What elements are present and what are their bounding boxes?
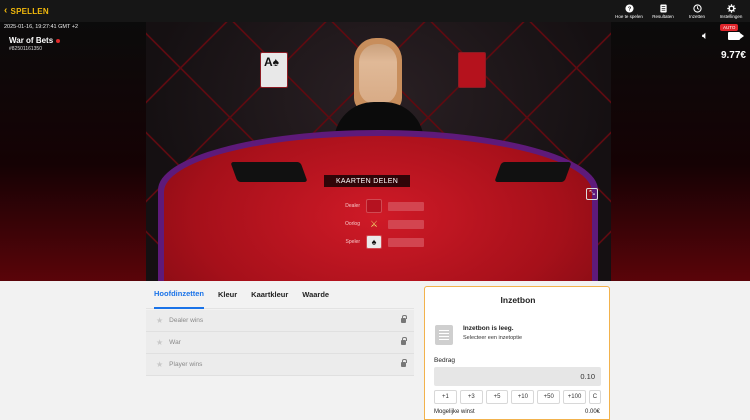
chevron-left-icon: ‹	[4, 5, 8, 16]
stake-plus-100-button[interactable]: +100	[563, 390, 586, 404]
receipt-icon	[435, 325, 453, 345]
star-icon[interactable]: ★	[156, 360, 163, 369]
expand-video-icon[interactable]: ⤡	[586, 188, 598, 200]
bet-tabs: Hoofdinzetten Kleur Kaartkleur Waarde	[146, 281, 414, 309]
card-display-left: A♠	[260, 52, 288, 88]
live-dot-icon	[56, 38, 61, 43]
game-stage: 2025-01-16, 19:27:41 GMT +2 War of Bets …	[0, 22, 750, 281]
star-icon[interactable]: ★	[156, 316, 163, 325]
how-to-play-label: Hoe te spelen	[615, 13, 643, 19]
list-item[interactable]: ★ Player wins	[146, 354, 414, 376]
settings-button[interactable]: Instellingen	[714, 0, 748, 22]
lock-icon	[401, 337, 407, 345]
stake-plus-3-button[interactable]: +3	[459, 390, 483, 404]
war-row-label: Oorlog	[344, 221, 360, 227]
amount-label: Bedrag	[434, 357, 455, 364]
possible-win-value: 0.00€	[584, 409, 600, 415]
player-row: Speler ♠	[336, 235, 424, 249]
stake-plus-10-button[interactable]: +10	[511, 390, 535, 404]
war-bet-slot[interactable]	[388, 219, 424, 229]
results-label: Resultaten	[652, 13, 674, 19]
gear-icon	[726, 3, 736, 13]
lock-icon	[401, 315, 407, 323]
card-shoe-right	[494, 162, 572, 182]
game-status: KAARTEN DELEN	[324, 175, 410, 187]
bets-history-label: Inzetten	[688, 13, 705, 19]
bet-name: Dealer wins	[169, 317, 204, 324]
dealer-face	[359, 44, 397, 104]
bet-list: ★ Dealer wins ★ War ★ Player wins	[146, 310, 414, 376]
game-title-text: War of Bets	[9, 36, 54, 45]
help-icon: ?	[624, 3, 634, 12]
round-id: #82501161350	[9, 46, 42, 52]
card-shoe-left	[230, 162, 308, 182]
results-icon	[659, 3, 667, 13]
possible-win-label: Mogelijke winst	[434, 409, 475, 415]
bets-history-button[interactable]: Inzetten	[680, 0, 714, 22]
bet-name: Player wins	[169, 361, 203, 368]
dealer-row: Dealer	[336, 199, 424, 213]
stake-plus-50-button[interactable]: +50	[537, 390, 561, 404]
speaker-icon[interactable]: 🔈︎	[702, 30, 709, 43]
list-item[interactable]: ★ Dealer wins	[146, 310, 414, 332]
amount-input[interactable]: 0.10	[434, 367, 601, 386]
quick-stake-buttons: +1 +3 +5 +10 +50 +100 C	[434, 390, 601, 404]
stake-plus-1-button[interactable]: +1	[434, 390, 457, 404]
lock-icon	[401, 359, 407, 367]
bet-slip-empty-title: Inzetbon is leeg.	[463, 325, 514, 332]
war-row: Oorlog ⚔	[336, 218, 424, 230]
bet-name: War	[169, 339, 181, 346]
history-icon	[692, 3, 702, 13]
spade-card-icon: A♠	[264, 55, 280, 69]
player-card-icon: ♠	[366, 235, 382, 249]
right-info: AUTO 🔈︎ 9.77€	[700, 22, 750, 82]
auto-badge[interactable]: AUTO	[720, 24, 739, 31]
svg-text:?: ?	[627, 6, 631, 12]
dealer-bet-slot[interactable]	[388, 201, 424, 211]
tab-suit[interactable]: Kaartkleur	[251, 281, 288, 309]
results-button[interactable]: Resultaten	[646, 0, 680, 22]
card-display-right	[458, 52, 486, 88]
betting-panel: Hoofdinzetten Kleur Kaartkleur Waarde ★ …	[0, 281, 750, 420]
stake-plus-5-button[interactable]: +5	[485, 390, 509, 404]
back-button[interactable]: ‹ SPELLEN	[4, 6, 49, 16]
game-title: War of Bets	[9, 36, 61, 45]
tab-value[interactable]: Waarde	[302, 281, 329, 309]
stake-clear-button[interactable]: C	[588, 390, 601, 404]
tab-main-bets[interactable]: Hoofdinzetten	[154, 281, 204, 309]
top-bar: ‹ SPELLEN ? Hoe te spelen Resultaten Inz…	[0, 0, 750, 22]
how-to-play-button[interactable]: ? Hoe te spelen	[612, 0, 646, 22]
live-video: A♠ KAARTEN DELEN Dealer Oorlog ⚔ Speler	[146, 22, 611, 281]
back-label: SPELLEN	[10, 6, 49, 16]
player-bet-slot[interactable]	[388, 237, 424, 247]
list-item[interactable]: ★ War	[146, 332, 414, 354]
app: ‹ SPELLEN ? Hoe te spelen Resultaten Inz…	[0, 0, 750, 420]
video-camera-icon[interactable]	[728, 32, 744, 40]
dealer-card-slot	[366, 199, 382, 213]
game-info: 2025-01-16, 19:27:41 GMT +2 War of Bets …	[0, 22, 146, 72]
star-icon[interactable]: ★	[156, 338, 163, 347]
balance: 9.77€	[720, 50, 746, 61]
tab-color[interactable]: Kleur	[218, 281, 237, 309]
bet-slip-empty-subtitle: Selecteer een inzetoptie	[463, 335, 523, 341]
top-actions: ? Hoe te spelen Resultaten Inzetten Inst…	[612, 0, 748, 22]
crossed-swords-icon: ⚔	[369, 218, 379, 229]
player-row-label: Speler	[345, 239, 360, 245]
game-datetime: 2025-01-16, 19:27:41 GMT +2	[4, 24, 79, 30]
settings-label: Instellingen	[719, 13, 743, 19]
bet-slip: Inzetbon Inzetbon is leeg. Selecteer een…	[424, 286, 610, 420]
dealer-row-label: Dealer	[345, 203, 360, 209]
bet-slip-title: Inzetbon	[500, 295, 536, 305]
